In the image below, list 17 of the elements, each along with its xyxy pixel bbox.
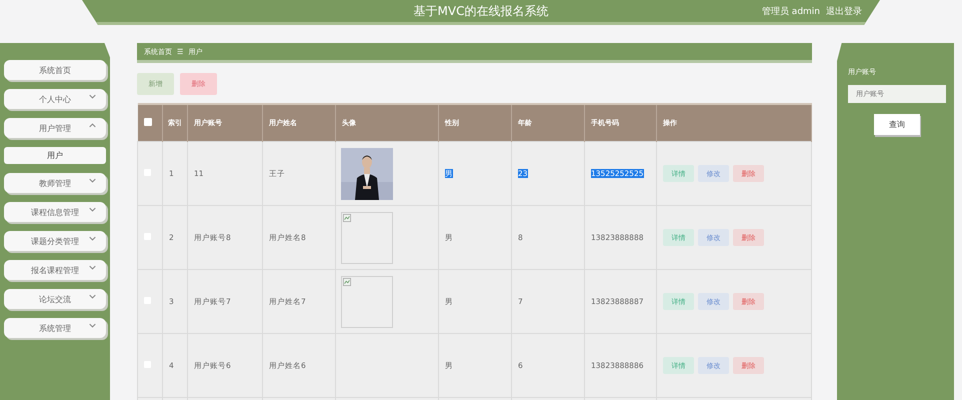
- menu-item[interactable]: 教师管理: [4, 173, 106, 193]
- menu-item[interactable]: 报名课程管理: [4, 260, 106, 280]
- menu-item[interactable]: 系统管理: [4, 318, 106, 338]
- menu-item[interactable]: 论坛交流: [4, 289, 106, 309]
- menu-item[interactable]: 用户管理: [4, 118, 106, 138]
- broken-image-icon: [343, 278, 351, 286]
- menu-item[interactable]: 课题分类管理: [4, 231, 106, 251]
- menu-item[interactable]: 个人中心: [4, 89, 106, 109]
- app-title: 基于MVC的在线报名系统: [414, 2, 548, 20]
- select-all-checkbox[interactable]: [144, 118, 152, 126]
- logout-link[interactable]: 退出登录: [826, 5, 862, 18]
- menu-item[interactable]: 课程信息管理: [4, 202, 106, 222]
- search-button[interactable]: 查询: [874, 114, 920, 135]
- submenu-item[interactable]: 用户: [4, 147, 106, 164]
- menu-item[interactable]: 系统首页: [4, 60, 106, 80]
- user-label: 管理员 admin: [762, 6, 820, 18]
- broken-image-icon: [343, 214, 351, 222]
